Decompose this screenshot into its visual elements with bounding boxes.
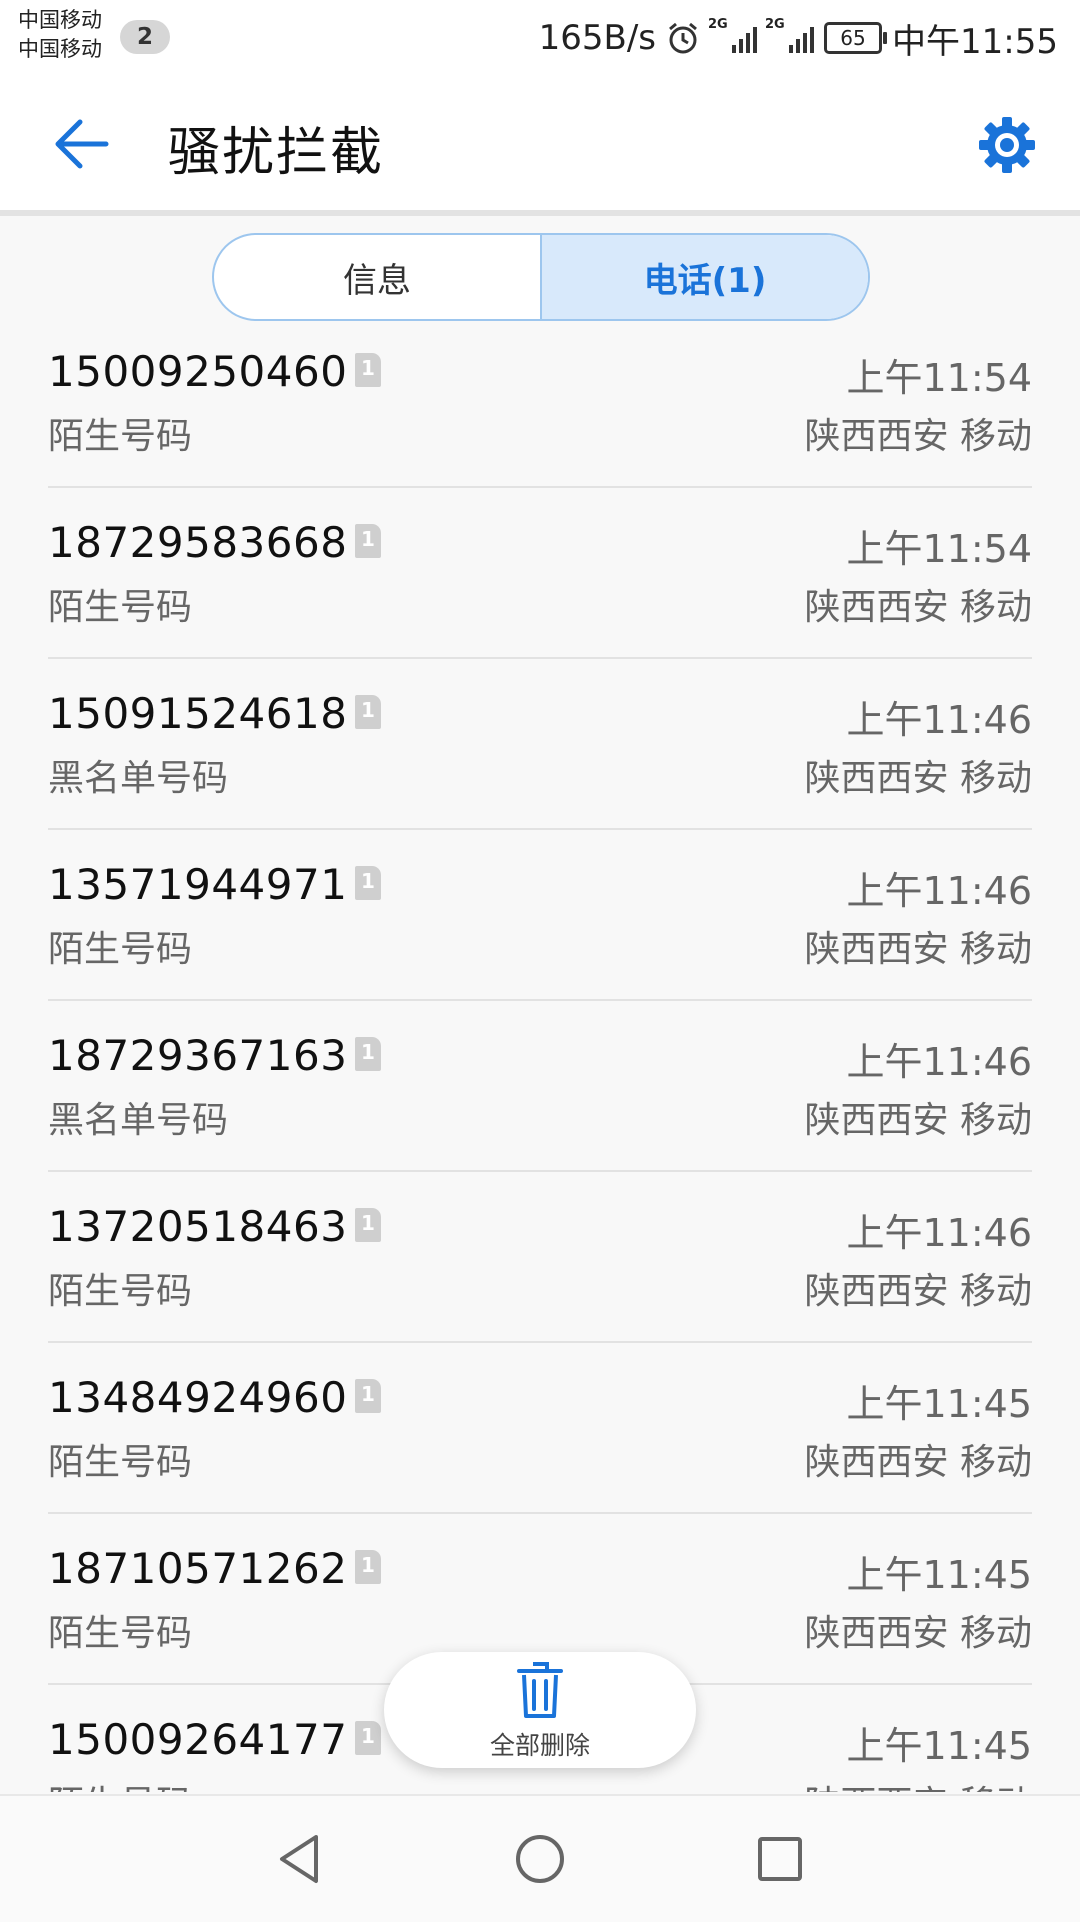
call-location: 陕西西安 移动	[804, 1100, 1032, 1141]
blocked-calls-list: 15009250460 陌生号码 上午11:54 陕西西安 移动 1872958…	[0, 317, 1080, 1792]
phone-number: 15009250460	[48, 347, 348, 396]
call-type: 陌生号码	[48, 1613, 193, 1654]
arrow-left-icon[interactable]	[52, 114, 112, 174]
delete-all-label: 全部删除	[489, 1731, 590, 1760]
call-type: 陌生号码	[48, 1775, 192, 1792]
call-type: 陌生号码	[48, 929, 193, 970]
header-divider	[0, 210, 1080, 216]
page-title: 骚扰拦截	[168, 123, 385, 183]
call-time: 上午11:45	[846, 1382, 1032, 1426]
square-recents-icon[interactable]	[750, 1829, 810, 1889]
call-time: 上午11:46	[846, 1211, 1032, 1255]
sim-card-icon	[355, 1721, 381, 1755]
phone-number: 18710571262	[48, 1544, 348, 1593]
signal-2-icon: 2G	[765, 17, 815, 53]
list-item[interactable]: 13484924960 陌生号码 上午11:45 陕西西安 移动	[48, 1343, 1032, 1514]
delete-all-button[interactable]: 全部删除	[384, 1652, 696, 1768]
call-location: 陕西西安 移动	[804, 1442, 1032, 1483]
sim-card-icon	[355, 866, 381, 900]
clock: 中午11:55	[892, 21, 1058, 62]
call-type: 陌生号码	[48, 1271, 193, 1312]
call-time: 上午11:45	[846, 1553, 1032, 1597]
call-time: 上午11:46	[846, 698, 1032, 742]
sim-count-badge: 2	[120, 20, 170, 54]
trash-icon	[517, 1662, 563, 1718]
phone-number: 15091524618	[48, 689, 348, 738]
call-location: 陕西西安 移动	[804, 1271, 1032, 1312]
call-location: 陕西西安 移动	[804, 1613, 1032, 1654]
call-location: 陕西西安 移动	[804, 587, 1032, 628]
alarm-icon	[669, 22, 697, 54]
call-time: 上午11:45	[846, 1724, 1032, 1768]
signal-1-label: 2G	[708, 17, 728, 32]
call-time: 上午11:46	[846, 1040, 1032, 1084]
carrier-1: 中国移动	[18, 8, 102, 32]
app-bar: 骚扰拦截	[0, 74, 1080, 210]
phone-number: 13571944971	[48, 860, 348, 909]
triangle-back-icon[interactable]	[270, 1829, 330, 1889]
phone-number: 15009264177	[48, 1715, 348, 1764]
call-time: 上午11:46	[846, 869, 1032, 913]
call-time: 上午11:54	[846, 356, 1032, 400]
carrier-labels: 中国移动 中国移动	[18, 6, 102, 64]
list-item[interactable]: 15091524618 黑名单号码 上午11:46 陕西西安 移动	[48, 659, 1032, 830]
list-item[interactable]: 18729367163 黑名单号码 上午11:46 陕西西安 移动	[48, 1001, 1032, 1172]
sim-card-icon	[355, 1037, 381, 1071]
system-nav-bar	[0, 1794, 1080, 1922]
list-item[interactable]: 13720518463 陌生号码 上午11:46 陕西西安 移动	[48, 1172, 1032, 1343]
call-type: 黑名单号码	[48, 1100, 229, 1141]
phone-number: 13720518463	[48, 1202, 348, 1251]
list-item[interactable]: 15009250460 陌生号码 上午11:54 陕西西安 移动	[48, 317, 1032, 488]
sim-card-icon	[355, 1379, 381, 1413]
call-type: 陌生号码	[48, 1442, 193, 1483]
call-location: 陕西西安 移动	[804, 929, 1032, 970]
tab-messages[interactable]: 信息	[214, 235, 540, 319]
call-location: 陕西西安 移动	[804, 758, 1032, 799]
phone-number: 18729583668	[48, 518, 348, 567]
sim-card-icon	[355, 1550, 381, 1584]
list-item[interactable]: 18729583668 陌生号码 上午11:54 陕西西安 移动	[48, 488, 1032, 659]
call-location: 陕西西安 移动	[805, 1775, 1032, 1792]
tab-calls[interactable]: 电话(1)	[540, 235, 868, 319]
segment-tabs: 信息 电话(1)	[212, 233, 870, 321]
sim-card-icon	[355, 524, 381, 558]
sim-card-icon	[355, 1208, 381, 1242]
list-item[interactable]: 13571944971 陌生号码 上午11:46 陕西西安 移动	[48, 830, 1032, 1001]
phone-number: 13484924960	[48, 1373, 348, 1422]
status-icons: 165B/s 2G 2G 65 中午11:55	[539, 14, 1058, 62]
phone-number: 18729367163	[48, 1031, 348, 1080]
status-bar: 中国移动 中国移动 2 165B/s 2G 2G 65 中午11:55	[0, 0, 1080, 74]
sim-card-icon	[355, 695, 381, 729]
network-speed: 165B/s	[538, 18, 657, 58]
sim-card-icon	[355, 353, 381, 387]
battery-icon: 65	[824, 22, 888, 54]
carrier-2: 中国移动	[18, 37, 102, 61]
call-type: 陌生号码	[48, 587, 193, 628]
call-time: 上午11:54	[846, 527, 1032, 571]
gear-icon[interactable]	[976, 114, 1038, 176]
signal-2-label: 2G	[765, 17, 785, 32]
call-type: 黑名单号码	[48, 758, 229, 799]
signal-1-icon: 2G	[708, 17, 758, 53]
call-location: 陕西西安 移动	[804, 416, 1032, 457]
circle-home-icon[interactable]	[510, 1829, 570, 1889]
call-type: 陌生号码	[48, 416, 193, 457]
